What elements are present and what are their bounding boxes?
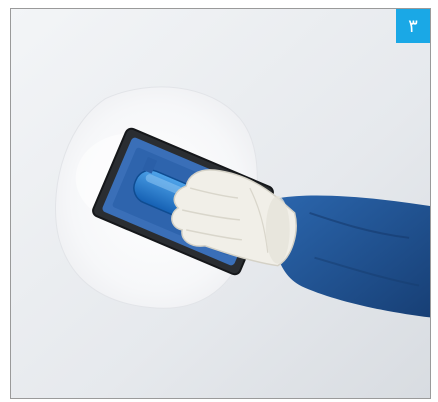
photo-frame: ۳ xyxy=(10,8,431,399)
step-number-badge: ۳ xyxy=(396,9,430,43)
plastering-scene xyxy=(11,9,430,398)
